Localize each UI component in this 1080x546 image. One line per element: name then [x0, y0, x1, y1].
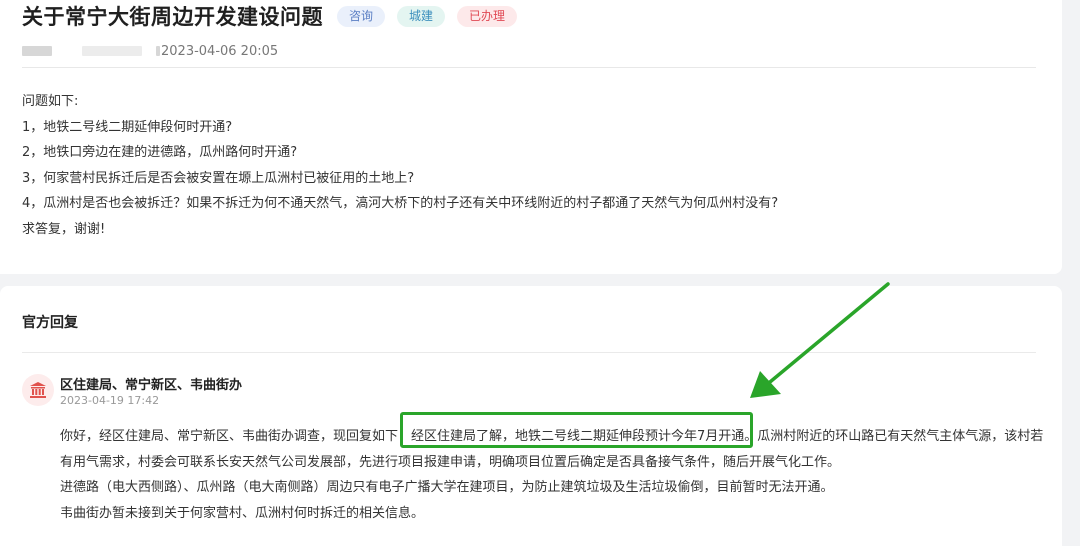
official-reply-heading: 官方回复 — [22, 315, 78, 331]
reply-date: 2023-04-19 17:42 — [60, 394, 160, 407]
question-line: 2，地铁口旁边在建的进德路，瓜州路何时开通? — [22, 145, 298, 160]
tag-urban-construction[interactable]: 城建 — [397, 5, 446, 27]
page-title: 关于常宁大街周边开发建设问题 — [22, 5, 323, 29]
reply-line: 韦曲街办暂未接到关于何家营村、瓜洲村何时拆迁的相关信息。 — [60, 505, 425, 521]
annotation-highlight-box — [400, 412, 753, 448]
tag-consult[interactable]: 咨询 — [337, 5, 386, 27]
post-datetime: 2023-04-06 20:05 — [161, 43, 279, 59]
redacted-separator — [156, 46, 160, 56]
question-line: 1，地铁二号线二期延伸段何时开通? — [22, 119, 233, 135]
divider — [22, 67, 1036, 68]
redacted-user-name — [22, 46, 52, 56]
title-row: 关于常宁大街周边开发建设问题 咨询 城建 已办理 — [22, 2, 529, 30]
reply-line: 进德路（电大西侧路）、瓜州路（电大南侧路）周边只有电子广播大学在建项目，为防止建… — [60, 480, 834, 495]
reply-org-name: 区住建局、常宁新区、韦曲街办 — [60, 378, 243, 393]
question-line: 问题如下: — [22, 94, 79, 109]
redacted-user-detail — [82, 46, 142, 56]
divider — [22, 352, 1036, 353]
reply-line: 有用气需求，村委会可联系长安天然气公司发展部，先进行项目报建申请，明确项目位置后… — [60, 454, 841, 470]
question-line: 4，瓜洲村是否也会被拆迁？如果不拆迁为何不通天然气，滈河大桥下的村子还有关中环线… — [22, 196, 779, 211]
question-line: 3，何家营村民拆迁后是否会被安置在塬上瓜洲村已被征用的土地上? — [22, 170, 415, 186]
question-line: 求答复，谢谢! — [22, 221, 106, 237]
question-body: 问题如下: 1，地铁二号线二期延伸段何时开通? 2，地铁口旁边在建的进德路，瓜州… — [22, 89, 778, 242]
government-building-icon — [22, 374, 54, 406]
meta-row: 2023-04-06 20:05 — [22, 42, 278, 60]
tag-status-handled: 已办理 — [457, 5, 518, 27]
